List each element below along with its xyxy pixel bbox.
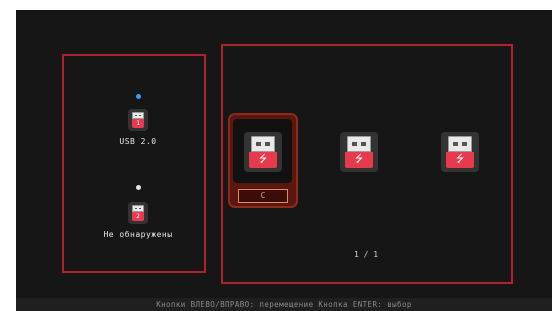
usb-badge: 1: [136, 120, 140, 127]
usb-device-2-label: Не обнаружены: [103, 230, 173, 239]
media-player-screen: 1 USB 2.0 2 Не обнаружены ⭍ C ⭍ ⭍ 1 / 1 …: [16, 10, 552, 311]
usb-device-1-label: USB 2.0: [119, 137, 157, 146]
usb-icon: ⭍: [345, 152, 373, 168]
usb-icon: ⭍: [249, 152, 277, 168]
navigation-hint: Кнопки ВЛЕВО/ВПРАВО: перемещение Кнопка …: [156, 300, 412, 309]
usb-plug: [251, 136, 275, 152]
usb-icon: 2: [132, 212, 144, 221]
usb-plug: [132, 112, 144, 119]
usb-plug: [448, 136, 472, 152]
file-name-label: C: [238, 189, 288, 203]
usb-badge: 2: [136, 213, 140, 220]
usb-status-indicator: [136, 185, 141, 190]
device-list-panel: [62, 54, 206, 273]
footer-bar: Кнопки ВЛЕВО/ВПРАВО: перемещение Кнопка …: [16, 298, 552, 311]
usb-plug: [132, 205, 144, 212]
usb-status-indicator: [136, 94, 141, 99]
usb-icon: ⭍: [446, 152, 474, 168]
usb-plug: [347, 136, 371, 152]
page-indicator: 1 / 1: [353, 250, 379, 259]
usb-icon: 1: [132, 119, 144, 128]
